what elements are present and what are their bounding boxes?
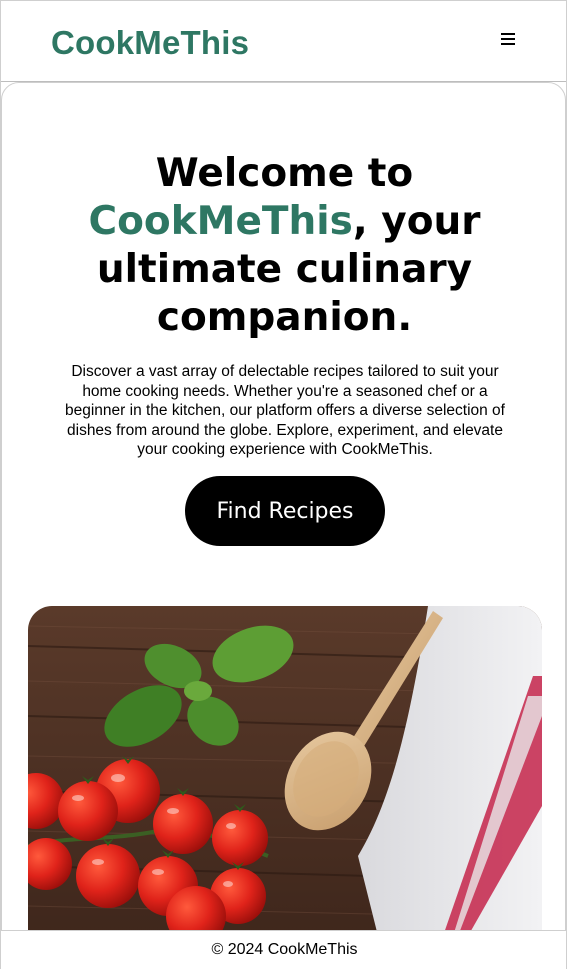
site-header: CookMeThis [1,1,566,82]
menu-bar [501,38,515,40]
hero-section: Welcome to CookMeThis, your ultimate culi… [1,82,566,969]
hero-title-brand: CookMeThis [88,199,353,244]
hamburger-menu-icon[interactable] [501,33,517,49]
menu-bar [501,33,515,35]
hero-title: Welcome to CookMeThis, your ultimate culi… [42,150,527,342]
hero-image [28,606,542,936]
page: CookMeThis Welcome to CookMeThis, your ul… [0,0,567,969]
cooking-ingredients-illustration [28,606,542,936]
brand-logo[interactable]: CookMeThis [51,24,249,62]
menu-bar [501,43,515,45]
hero-description: Discover a vast array of delectable reci… [65,363,505,459]
hero-title-prefix: Welcome to [155,151,414,196]
footer-copyright: © 2024 CookMeThis [211,941,358,958]
find-recipes-button[interactable]: Find Recipes [185,476,385,546]
site-footer: © 2024 CookMeThis [1,930,566,969]
